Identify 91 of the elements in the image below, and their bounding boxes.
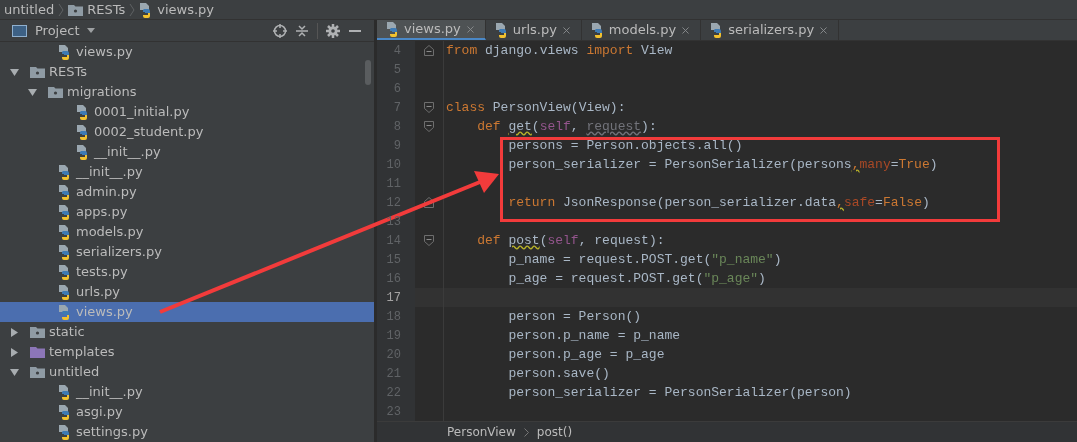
editor-tab[interactable]: views.py <box>377 20 486 40</box>
editor-tab[interactable]: serializers.py <box>701 20 840 40</box>
panel-title[interactable]: Project <box>35 20 80 41</box>
tree-item[interactable]: migrations <box>0 82 374 102</box>
folder-icon <box>30 326 45 338</box>
folder-icon <box>30 346 45 358</box>
python-file-icon <box>58 264 72 280</box>
python-file-icon <box>58 304 72 320</box>
tree-item[interactable]: settings.py <box>0 422 374 442</box>
fold-icon[interactable] <box>424 102 434 113</box>
expanded-arrow-icon[interactable] <box>10 367 19 377</box>
tree-item[interactable]: views.py <box>0 42 374 62</box>
code-line: def get(self, request): <box>476 117 657 136</box>
editor-tab[interactable]: urls.py <box>485 20 582 40</box>
python-file-icon <box>58 204 72 220</box>
tree-item[interactable]: urls.py <box>0 282 374 302</box>
breadcrumb-item[interactable]: RESTs <box>87 0 126 20</box>
scrollbar-thumb[interactable] <box>365 60 371 85</box>
fold-icon[interactable] <box>424 121 434 132</box>
chevron-icon <box>58 3 65 16</box>
close-icon[interactable] <box>464 23 476 35</box>
close-icon[interactable] <box>818 24 830 36</box>
code-line: from django.views import View <box>445 41 673 60</box>
chevron-icon <box>523 427 529 437</box>
fold-icon[interactable] <box>424 45 434 56</box>
code-line: p_age = request.POST.get("p_age") <box>507 269 766 288</box>
python-file-icon <box>58 384 72 400</box>
folder-icon <box>68 3 84 16</box>
code-line: class PersonView(View): <box>445 98 626 117</box>
python-file-icon <box>590 22 605 38</box>
close-icon[interactable] <box>560 24 572 36</box>
close-icon[interactable] <box>680 24 692 36</box>
python-file-icon <box>58 164 72 180</box>
tree-item[interactable]: 0001_initial.py <box>0 102 374 122</box>
chevron-icon <box>129 3 136 16</box>
code-line: person = Person() <box>507 307 642 326</box>
python-file-icon <box>58 44 72 60</box>
python-file-icon <box>76 144 90 160</box>
monitor-icon <box>12 24 27 37</box>
python-file-icon <box>76 104 90 120</box>
code-line: person.p_age = p_age <box>507 345 665 364</box>
python-file-icon <box>494 22 509 38</box>
python-file-icon <box>58 184 72 200</box>
fold-icon[interactable] <box>424 235 434 246</box>
code-line: person_serializer = PersonSerializer(person) <box>507 383 852 402</box>
tree-item[interactable]: untitled <box>0 362 374 382</box>
code-line: return JsonResponse(person_serializer.data,safe=False) <box>507 193 930 212</box>
breadcrumb-item[interactable]: PersonView <box>447 423 516 441</box>
collapsed-arrow-icon[interactable] <box>10 327 19 337</box>
python-file-icon <box>386 21 400 37</box>
tree-item[interactable]: templates <box>0 342 374 362</box>
tree-item[interactable]: __init__.py <box>0 162 374 182</box>
code-line: p_name = request.POST.get("p_name") <box>507 250 782 269</box>
python-file-icon <box>58 404 72 420</box>
locate-icon[interactable] <box>273 23 287 38</box>
tree-item[interactable]: apps.py <box>0 202 374 222</box>
breadcrumb-item[interactable]: views.py <box>157 0 214 20</box>
code-line: person.save() <box>507 364 610 383</box>
folder-icon <box>30 366 45 378</box>
line-number: 13 <box>386 213 401 231</box>
code-line: def post(self, request): <box>476 231 665 250</box>
collapse-all-icon[interactable] <box>295 23 309 38</box>
tree-item[interactable]: serializers.py <box>0 242 374 262</box>
breadcrumb-item[interactable]: untitled <box>4 0 55 20</box>
tree-item[interactable]: __init__.py <box>0 142 374 162</box>
breadcrumb-item[interactable]: post() <box>536 423 573 441</box>
code-line: person_serializer = PersonSerializer(persons,many=True) <box>507 155 938 174</box>
python-file-icon <box>58 244 72 260</box>
tree-item[interactable]: RESTs <box>0 62 374 82</box>
tree-item[interactable]: models.py <box>0 222 374 242</box>
code-line: person.p_name = p_name <box>507 326 681 345</box>
collapsed-arrow-icon[interactable] <box>10 347 19 357</box>
tree-item[interactable]: tests.py <box>0 262 374 282</box>
line-number: 17 <box>386 289 401 307</box>
editor-tab[interactable]: models.py <box>581 20 702 40</box>
folder-icon <box>48 86 63 98</box>
settings-icon[interactable] <box>326 23 340 38</box>
tree-item[interactable]: __init__.py <box>0 382 374 402</box>
python-file-icon <box>58 284 72 300</box>
folder-icon <box>30 66 45 78</box>
expanded-arrow-icon[interactable] <box>28 87 37 97</box>
python-file-icon <box>76 124 90 140</box>
python-file-icon <box>58 224 72 240</box>
tree-item[interactable]: admin.py <box>0 182 374 202</box>
python-file-icon <box>58 424 72 440</box>
tree-item[interactable]: 0002_student.py <box>0 122 374 142</box>
code-line: persons = Person.objects.all() <box>507 136 743 155</box>
tree-item[interactable]: asgi.py <box>0 402 374 422</box>
dropdown-caret-icon[interactable] <box>87 28 96 33</box>
tree-item[interactable]: static <box>0 322 374 342</box>
expanded-arrow-icon[interactable] <box>10 67 19 77</box>
